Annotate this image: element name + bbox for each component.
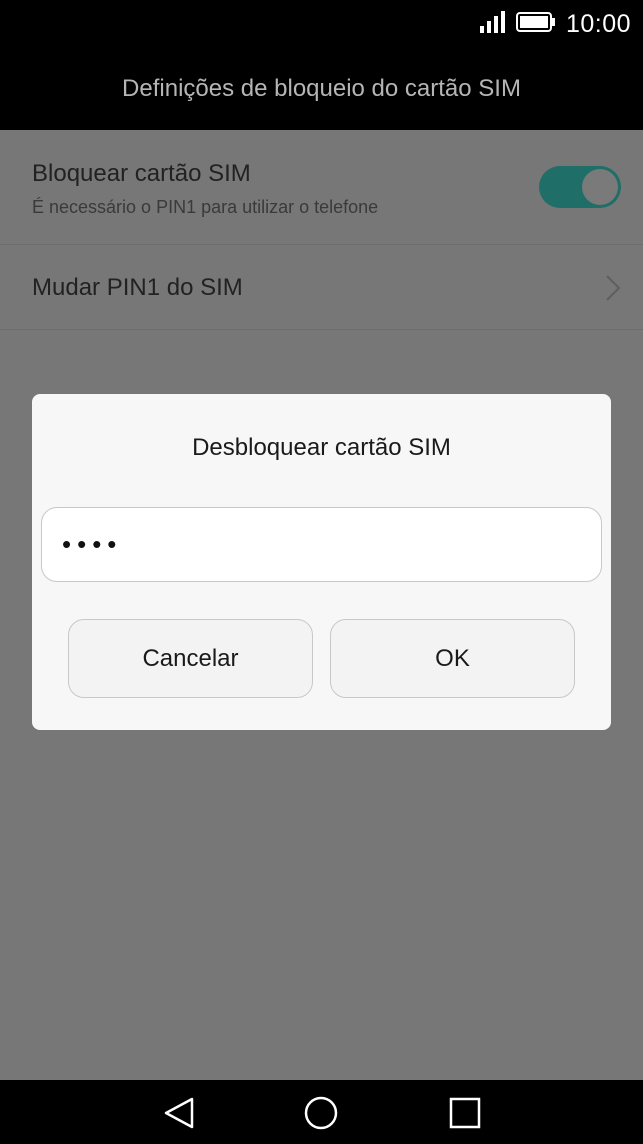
- battery-icon: [515, 11, 556, 38]
- page-title: Definições de bloqueio do cartão SIM: [0, 48, 643, 130]
- change-pin-title: Mudar PIN1 do SIM: [32, 274, 243, 301]
- clock: 10:00: [565, 9, 631, 38]
- toggle-knob: [582, 169, 618, 205]
- back-icon[interactable]: [162, 1096, 196, 1135]
- lock-sim-title: Bloquear cartão SIM: [32, 160, 251, 187]
- dialog-title: Desbloquear cartão SIM: [192, 434, 451, 461]
- recents-icon[interactable]: [448, 1096, 482, 1135]
- lock-sim-subtitle: É necessário o PIN1 para utilizar o tele…: [32, 197, 379, 217]
- unlock-sim-dialog: Desbloquear cartão SIM •••• Cancelar OK: [32, 394, 611, 730]
- chevron-right-icon: [605, 274, 621, 307]
- lock-sim-toggle[interactable]: [539, 166, 621, 208]
- status-icons: 10:00: [479, 8, 631, 40]
- settings-list: Bloquear cartão SIM É necessário o PIN1 …: [0, 130, 643, 330]
- ok-button[interactable]: OK: [330, 619, 575, 698]
- lock-sim-row[interactable]: Bloquear cartão SIM É necessário o PIN1 …: [0, 130, 643, 245]
- change-pin-row[interactable]: Mudar PIN1 do SIM: [0, 245, 643, 330]
- cancel-button[interactable]: Cancelar: [68, 619, 313, 698]
- home-icon[interactable]: [304, 1096, 338, 1135]
- signal-icon: [479, 10, 506, 38]
- navigation-bar: [0, 1080, 643, 1144]
- status-bar: 10:00: [0, 0, 643, 48]
- pin-input[interactable]: ••••: [41, 507, 602, 582]
